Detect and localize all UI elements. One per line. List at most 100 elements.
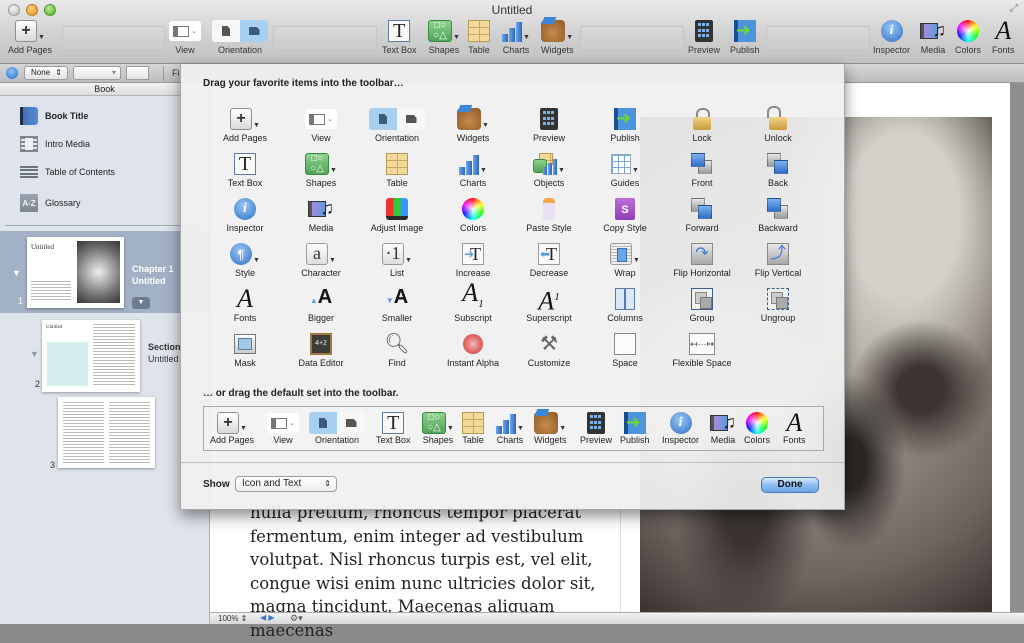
default-item-colors: Colors bbox=[744, 411, 770, 445]
toolbar-colors[interactable]: Colors bbox=[955, 18, 981, 55]
shapes-icon: □○ ○△ bbox=[428, 20, 452, 42]
toolbar-table[interactable]: Table bbox=[468, 18, 490, 55]
media-icon bbox=[710, 413, 736, 433]
toolbar-add-pages[interactable]: + ▼ Add Pages bbox=[8, 18, 52, 55]
superscript-icon: A1 bbox=[538, 286, 560, 316]
sidebar-item-glossary[interactable]: A-Z Glossary bbox=[20, 194, 81, 212]
toolbar-label: Charts bbox=[502, 45, 530, 55]
show-select[interactable]: Icon and Text ⇕ bbox=[235, 476, 337, 492]
view-icon: ⌄ bbox=[267, 413, 299, 433]
toolbar-text-box[interactable]: T Text Box bbox=[382, 18, 417, 55]
sidebar-item-intro-media[interactable]: Intro Media bbox=[20, 136, 90, 152]
toolbar-preview[interactable]: Preview bbox=[688, 18, 720, 55]
toolbar-label: Fonts bbox=[992, 45, 1015, 55]
toolbar: Untitled ⤢ + ▼ Add Pages ⌄ View Orientati… bbox=[0, 0, 1024, 64]
toolbar-label: Table bbox=[468, 45, 490, 55]
toolbar-view[interactable]: ⌄ View bbox=[169, 18, 201, 55]
divider bbox=[5, 225, 204, 226]
portrait-option[interactable] bbox=[212, 20, 240, 42]
toolbar-publish[interactable]: Publish bbox=[730, 18, 760, 55]
chapter-title: Chapter 1 Untitled bbox=[132, 264, 174, 286]
default-item-view: ⌄ View bbox=[267, 411, 299, 445]
toolbar-flexible-space bbox=[766, 26, 870, 51]
palette-item-back[interactable]: Back bbox=[733, 151, 823, 188]
text-box-icon: T bbox=[234, 153, 256, 175]
gear-icon[interactable]: ⚙▾ bbox=[290, 613, 303, 624]
disclosure-triangle-icon[interactable]: ▼ bbox=[30, 349, 39, 359]
widgets-icon bbox=[541, 20, 566, 42]
list-icon: ·1 bbox=[382, 243, 405, 265]
toolbar-shapes[interactable]: □○ ○△ ▼ Shapes bbox=[428, 18, 460, 55]
sidebar-item-book-title[interactable]: Book Title bbox=[20, 107, 88, 125]
window-title: Untitled bbox=[491, 3, 533, 17]
toolbar-flexible-space bbox=[580, 26, 684, 51]
page-thumbnail[interactable]: Untitled bbox=[42, 320, 140, 392]
sidebar-item-label: Book Title bbox=[45, 111, 89, 121]
add-pages-icon: + bbox=[230, 108, 253, 130]
next-page-icon[interactable]: ▶ bbox=[268, 613, 274, 622]
orientation-icon bbox=[309, 412, 365, 434]
fonts-icon: A bbox=[237, 284, 253, 313]
flip-vertical-icon: ⤴ bbox=[767, 243, 789, 265]
shapes-icon: □○ ○△ bbox=[422, 412, 446, 434]
default-item-media: Media bbox=[710, 411, 736, 445]
orientation-icon bbox=[369, 108, 425, 130]
palette-item-ungroup[interactable]: Ungroup bbox=[733, 286, 823, 323]
toolbar-label: Text Box bbox=[382, 45, 417, 55]
back-icon bbox=[767, 153, 789, 175]
default-item-fonts: A Fonts bbox=[783, 408, 806, 446]
palette-item-flexible-space[interactable]: ↤···↦ Flexible Space bbox=[657, 331, 747, 368]
toolbar-label: Shapes bbox=[428, 45, 460, 55]
menu-caret-icon: ▼ bbox=[38, 34, 45, 41]
default-item-inspector: i Inspector bbox=[662, 411, 699, 445]
divider bbox=[181, 462, 844, 463]
toolbar-orientation[interactable]: Orientation bbox=[212, 18, 268, 55]
chapter-layout-menu-button[interactable]: ▼ bbox=[132, 297, 150, 309]
charts-icon bbox=[496, 412, 516, 434]
paragraph-styles-icon[interactable] bbox=[6, 67, 18, 79]
page-nav: ◀ ▶ bbox=[260, 613, 275, 622]
fullscreen-icon[interactable]: ⤢ bbox=[1010, 3, 1018, 14]
toolbar-widgets[interactable]: ▼ Widgets bbox=[541, 18, 574, 55]
previous-page-icon[interactable]: ◀ bbox=[260, 613, 266, 622]
toolbar-inspector[interactable]: i Inspector bbox=[873, 18, 910, 55]
default-item-add-pages: + ▼ Add Pages bbox=[210, 412, 255, 445]
done-button[interactable]: Done bbox=[761, 477, 819, 493]
ungroup-icon bbox=[767, 288, 789, 310]
list-style-field[interactable] bbox=[126, 66, 149, 80]
default-item-shapes: □○ ○△ ▼ Shapes bbox=[422, 412, 454, 445]
widgets-icon bbox=[457, 108, 482, 130]
toolbar-media[interactable]: Media bbox=[920, 18, 946, 55]
thumb-text bbox=[109, 402, 150, 464]
find-icon: 🔍︎ bbox=[384, 333, 410, 355]
sidebar-item-table-of-contents[interactable]: Table of Contents bbox=[20, 165, 115, 179]
book-icon bbox=[20, 107, 38, 125]
preview-icon bbox=[695, 20, 713, 42]
toolbar-charts[interactable]: ▼ Charts bbox=[502, 18, 530, 55]
default-item-orientation: Orientation bbox=[309, 411, 365, 445]
toolbar-label: Preview bbox=[688, 45, 721, 55]
flip-horizontal-icon: ↷ bbox=[691, 243, 713, 265]
palette-item-unlock[interactable]: Unlock bbox=[733, 106, 823, 143]
disclosure-triangle-icon[interactable]: ▼ bbox=[12, 268, 21, 278]
default-item-widgets: ▼ Widgets bbox=[534, 411, 567, 445]
palette-item-backward[interactable]: Backward bbox=[733, 196, 823, 233]
palette-item-flip-vertical[interactable]: ⤴ Flip Vertical bbox=[733, 241, 823, 278]
text-box-icon: T bbox=[382, 412, 405, 434]
toolbar-fonts[interactable]: A Fonts bbox=[992, 18, 1015, 56]
table-icon bbox=[386, 153, 408, 175]
add-pages-icon: + bbox=[217, 412, 240, 434]
default-toolbar-set[interactable]: + ▼ Add Pages ⌄ View Orientation T Text Box … bbox=[203, 406, 824, 451]
thumb-sidebar-box bbox=[47, 342, 88, 386]
front-icon bbox=[691, 153, 713, 175]
sidebar-header: Book bbox=[0, 83, 209, 96]
thumb-photo bbox=[77, 241, 120, 303]
character-style-select[interactable]: ▾ bbox=[73, 66, 121, 80]
page-thumbnail[interactable] bbox=[58, 397, 155, 468]
landscape-option[interactable] bbox=[240, 20, 268, 42]
paragraph-style-select[interactable]: None ⇕ bbox=[24, 66, 68, 80]
data-editor-icon: 4+2 bbox=[310, 333, 332, 355]
widgets-icon bbox=[534, 412, 559, 434]
zoom-select[interactable]: 100% ⇕ bbox=[218, 614, 247, 623]
page-thumbnail[interactable]: Untitled bbox=[27, 237, 124, 308]
